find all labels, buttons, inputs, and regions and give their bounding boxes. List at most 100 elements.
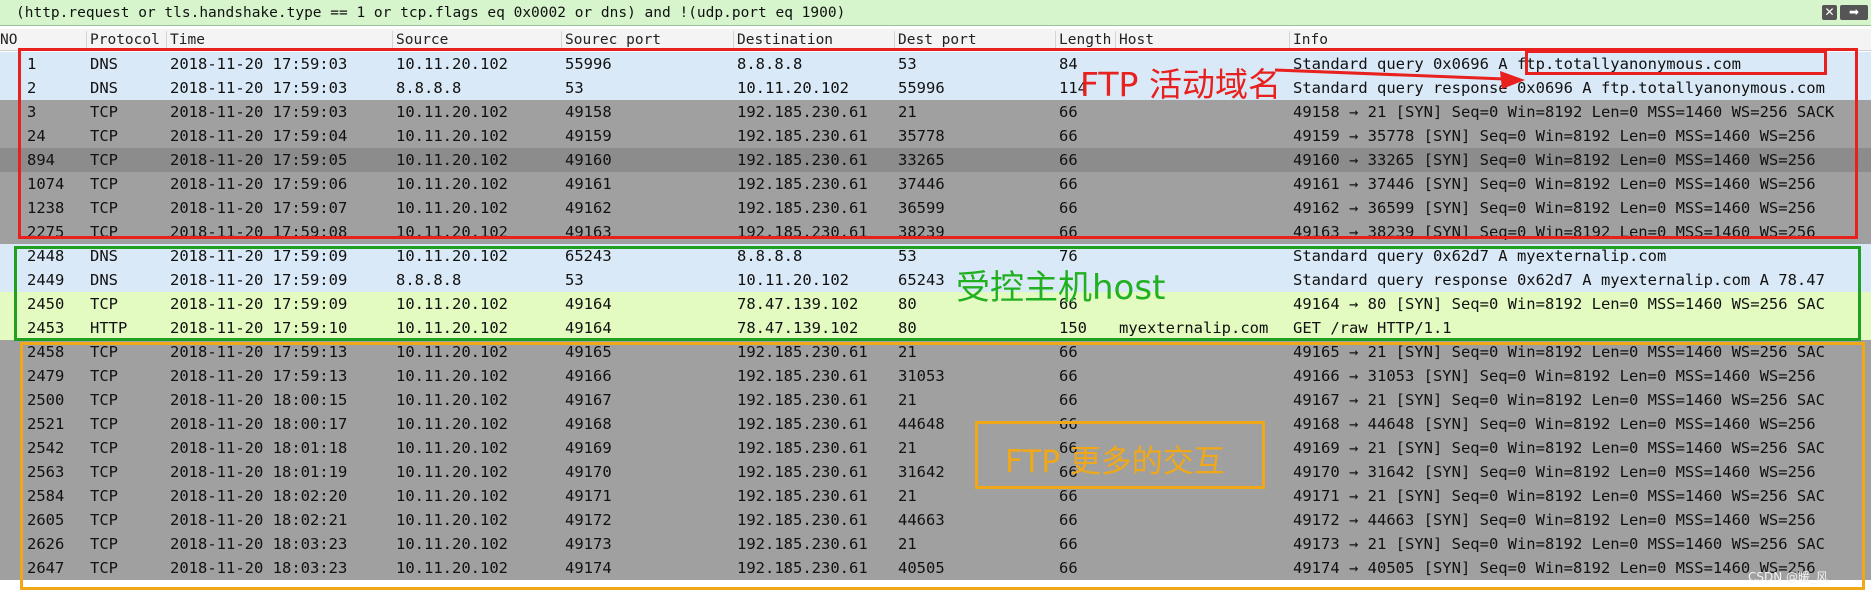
cell-source: 10.11.20.102 — [396, 463, 508, 481]
packet-row[interactable]: 2458 TCP 2018-11-20 17:59:13 10.11.20.102 49… — [0, 340, 1871, 364]
cell-protocol: TCP — [90, 559, 118, 577]
cell-no: 2453 — [27, 319, 65, 337]
cell-time: 2018-11-20 17:59:05 — [170, 151, 348, 169]
packet-row[interactable]: 2647 TCP 2018-11-20 18:03:23 10.11.20.102 49… — [0, 556, 1871, 580]
column-divider[interactable] — [733, 31, 734, 48]
packet-row[interactable]: 2626 TCP 2018-11-20 18:03:23 10.11.20.102 49… — [0, 532, 1871, 556]
column-header-source[interactable]: Source — [396, 32, 448, 48]
cell-time: 2018-11-20 17:59:07 — [170, 199, 348, 217]
cell-time: 2018-11-20 18:02:20 — [170, 487, 348, 505]
packet-row[interactable]: 1238 TCP 2018-11-20 17:59:07 10.11.20.102 49… — [0, 196, 1871, 220]
packet-row[interactable]: 2584 TCP 2018-11-20 18:02:20 10.11.20.102 49… — [0, 484, 1871, 508]
watermark: CSDN @暖_风 — [1748, 570, 1829, 584]
cell-destination: 8.8.8.8 — [737, 247, 803, 265]
column-header-length[interactable]: Length — [1059, 32, 1111, 48]
packet-row[interactable]: 2453 HTTP 2018-11-20 17:59:10 10.11.20.102 4… — [0, 316, 1871, 340]
cell-source-port: 49162 — [565, 199, 612, 217]
packet-row[interactable]: 2563 TCP 2018-11-20 18:01:19 10.11.20.102 49… — [0, 460, 1871, 484]
display-filter-bar: ✕ ➡ — [0, 0, 1871, 26]
column-header-no[interactable]: NO — [0, 32, 17, 48]
column-header-protocol[interactable]: Protocol — [90, 32, 160, 48]
column-header-dest-port[interactable]: Dest port — [898, 32, 977, 48]
packet-row[interactable]: 2 DNS 2018-11-20 17:59:03 8.8.8.8 53 10.11.20… — [0, 76, 1871, 100]
packet-row[interactable]: 894 TCP 2018-11-20 17:59:05 10.11.20.102 491… — [0, 148, 1871, 172]
cell-destination: 192.185.230.61 — [737, 175, 868, 193]
column-divider[interactable] — [1289, 31, 1290, 48]
packet-row[interactable]: 1074 TCP 2018-11-20 17:59:06 10.11.20.102 49… — [0, 172, 1871, 196]
packet-row[interactable]: 2500 TCP 2018-11-20 18:00:15 10.11.20.102 49… — [0, 388, 1871, 412]
cell-dest-port: 33265 — [898, 151, 945, 169]
cell-length: 66 — [1059, 463, 1078, 481]
column-divider[interactable] — [1115, 31, 1116, 48]
column-header-destination[interactable]: Destination — [737, 32, 833, 48]
cell-dest-port: 21 — [898, 439, 917, 457]
column-header-info[interactable]: Info — [1293, 32, 1328, 48]
cell-source-port: 55996 — [565, 55, 612, 73]
packet-row[interactable]: 3 TCP 2018-11-20 17:59:03 10.11.20.102 49158… — [0, 100, 1871, 124]
cell-length: 66 — [1059, 559, 1078, 577]
cell-length: 84 — [1059, 55, 1078, 73]
cell-protocol: TCP — [90, 127, 118, 145]
cell-dest-port: 80 — [898, 295, 917, 313]
cell-dest-port: 21 — [898, 343, 917, 361]
cell-source: 10.11.20.102 — [396, 535, 508, 553]
column-header-time[interactable]: Time — [170, 32, 205, 48]
cell-source-port: 49164 — [565, 295, 612, 313]
cell-time: 2018-11-20 17:59:13 — [170, 343, 348, 361]
cell-info: 49168 → 44648 [SYN] Seq=0 Win=8192 Len=0… — [1293, 415, 1816, 433]
cell-protocol: DNS — [90, 55, 118, 73]
column-divider[interactable] — [166, 31, 167, 48]
cell-source-port: 49173 — [565, 535, 612, 553]
cell-no: 2521 — [27, 415, 65, 433]
cell-destination: 192.185.230.61 — [737, 439, 868, 457]
packet-row[interactable]: 2275 TCP 2018-11-20 17:59:08 10.11.20.102 49… — [0, 220, 1871, 244]
arrow-right-icon[interactable]: ➡ — [1840, 5, 1868, 20]
cell-dest-port: 21 — [898, 391, 917, 409]
cell-info: Standard query response 0x62d7 A myexter… — [1293, 271, 1825, 289]
cell-no: 2 — [27, 79, 37, 97]
cell-source: 10.11.20.102 — [396, 55, 508, 73]
display-filter-input[interactable] — [2, 3, 1820, 23]
cell-no: 2563 — [27, 463, 65, 481]
cell-dest-port: 53 — [898, 247, 917, 265]
cell-protocol: HTTP — [90, 319, 128, 337]
packet-row[interactable]: 2479 TCP 2018-11-20 17:59:13 10.11.20.102 49… — [0, 364, 1871, 388]
cell-destination: 192.185.230.61 — [737, 127, 868, 145]
packet-row[interactable]: 2448 DNS 2018-11-20 17:59:09 10.11.20.102 65… — [0, 244, 1871, 268]
column-divider[interactable] — [561, 31, 562, 48]
cell-dest-port: 80 — [898, 319, 917, 337]
cell-source-port: 49168 — [565, 415, 612, 433]
cell-info: 49167 → 21 [SYN] Seq=0 Win=8192 Len=0 MS… — [1293, 391, 1825, 409]
close-icon[interactable]: ✕ — [1822, 5, 1837, 20]
cell-no: 2500 — [27, 391, 65, 409]
packet-row[interactable]: 2521 TCP 2018-11-20 18:00:17 10.11.20.102 49… — [0, 412, 1871, 436]
cell-info: 49172 → 44663 [SYN] Seq=0 Win=8192 Len=0… — [1293, 511, 1816, 529]
column-header-host[interactable]: Host — [1119, 32, 1154, 48]
cell-source-port: 49171 — [565, 487, 612, 505]
packet-row[interactable]: 2605 TCP 2018-11-20 18:02:21 10.11.20.102 49… — [0, 508, 1871, 532]
cell-info: 49160 → 33265 [SYN] Seq=0 Win=8192 Len=0… — [1293, 151, 1816, 169]
cell-info: Standard query 0x62d7 A myexternalip.com — [1293, 247, 1667, 265]
cell-destination: 10.11.20.102 — [737, 79, 849, 97]
packet-row[interactable]: 1 DNS 2018-11-20 17:59:03 10.11.20.102 55996… — [0, 52, 1871, 76]
cell-time: 2018-11-20 17:59:09 — [170, 247, 348, 265]
cell-length: 66 — [1059, 175, 1078, 193]
cell-no: 2458 — [27, 343, 65, 361]
cell-length: 66 — [1059, 535, 1078, 553]
packet-row[interactable]: 2449 DNS 2018-11-20 17:59:09 8.8.8.8 53 10.11… — [0, 268, 1871, 292]
cell-info: 49171 → 21 [SYN] Seq=0 Win=8192 Len=0 MS… — [1293, 487, 1825, 505]
cell-dest-port: 65243 — [898, 271, 945, 289]
packet-list-header: NO Protocol Time Source Sourec port Dest… — [0, 29, 1871, 51]
packet-row[interactable]: 24 TCP 2018-11-20 17:59:04 10.11.20.102 4915… — [0, 124, 1871, 148]
cell-no: 24 — [27, 127, 46, 145]
packet-row[interactable]: 2542 TCP 2018-11-20 18:01:18 10.11.20.102 49… — [0, 436, 1871, 460]
cell-source: 8.8.8.8 — [396, 79, 462, 97]
column-divider[interactable] — [1055, 31, 1056, 48]
packet-row[interactable]: 2450 TCP 2018-11-20 17:59:09 10.11.20.102 49… — [0, 292, 1871, 316]
column-header-source-port[interactable]: Sourec port — [565, 32, 661, 48]
column-divider[interactable] — [392, 31, 393, 48]
column-divider[interactable] — [86, 31, 87, 48]
cell-no: 2626 — [27, 535, 65, 553]
cell-protocol: TCP — [90, 103, 118, 121]
column-divider[interactable] — [894, 31, 895, 48]
